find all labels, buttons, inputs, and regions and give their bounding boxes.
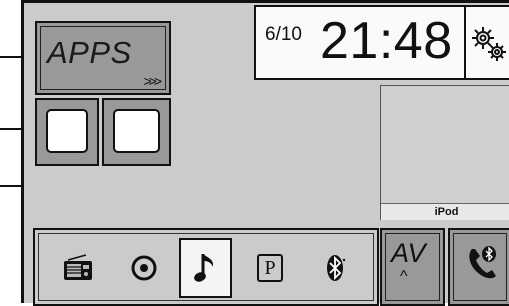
clock-date: 6/10: [265, 24, 302, 45]
media-preview-panel[interactable]: iPod: [380, 85, 509, 220]
apps-label: APPS: [47, 35, 132, 70]
shortcut-2-slot: [113, 109, 160, 153]
clock-time: 21:48: [320, 12, 453, 70]
clock-widget[interactable]: 6/10 21:48: [254, 5, 466, 80]
phone-icon: [469, 246, 496, 279]
parking-icon: P: [257, 254, 283, 282]
gear-icon: [472, 27, 506, 61]
source-parking[interactable]: P: [247, 238, 293, 298]
source-music[interactable]: [179, 238, 232, 298]
phone-button[interactable]: [448, 228, 509, 306]
bluetooth-icon: [327, 255, 346, 281]
source-bluetooth[interactable]: [313, 238, 359, 298]
parking-glyph: P: [264, 257, 276, 279]
source-bar: P: [33, 228, 379, 306]
disc-icon: [131, 255, 157, 281]
chevron-right-icon: >>>: [143, 73, 161, 89]
shortcut-button-1[interactable]: [35, 98, 99, 166]
home-screen: APPS >>> 6/10 21:48 iPod P AV ^: [21, 0, 509, 306]
apps-button[interactable]: APPS >>>: [35, 21, 171, 95]
shortcut-button-2[interactable]: [102, 98, 171, 166]
shortcut-1-slot: [46, 109, 88, 153]
av-caret-icon: ^: [400, 268, 408, 285]
source-radio[interactable]: [53, 238, 103, 298]
music-note-icon: [194, 254, 214, 282]
source-disc[interactable]: [121, 238, 167, 298]
settings-button[interactable]: [464, 5, 509, 80]
av-button[interactable]: AV ^: [380, 228, 445, 306]
radio-icon: [64, 254, 92, 280]
av-label: AV: [391, 238, 426, 268]
media-source-label: iPod: [381, 203, 509, 220]
